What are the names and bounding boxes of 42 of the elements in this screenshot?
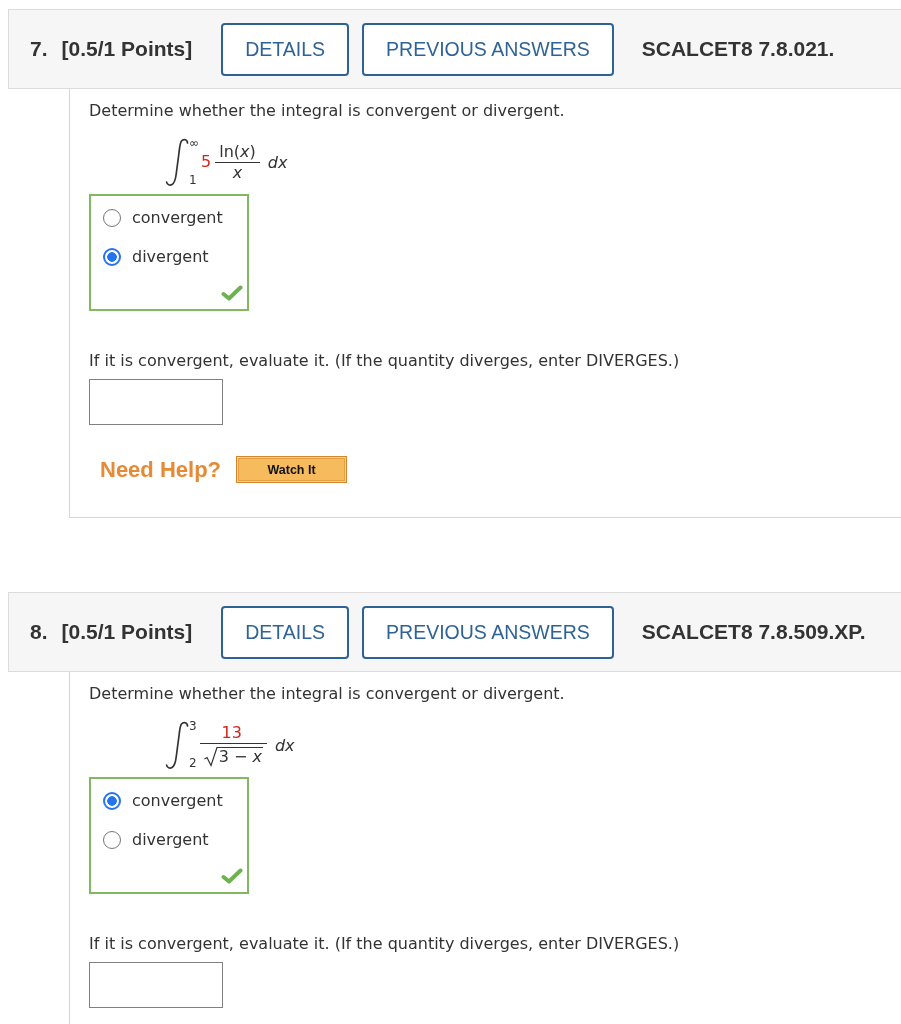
denominator: 3 − x [217,746,263,767]
header-button[interactable]: PREVIOUS ANSWERS [362,605,614,659]
textbook-reference: SCALCET8 7.8.509.XP. [641,620,866,644]
instruction-text: If it is convergent, evaluate it. (If the quantity diverges, enter DIVERGES.) [89,934,681,954]
textbook-reference: SCALCET8 7.8.021. [641,37,835,61]
lower-limit: 2 [189,757,197,770]
choice-label[interactable]: divergent [132,247,209,267]
header-button[interactable]: DETAILS [221,22,350,76]
question-prompt: Determine whether the integral is convergent or divergent. [89,101,566,121]
choice-label[interactable]: convergent [132,208,223,228]
input-field[interactable] [89,962,223,1008]
input-field[interactable] [89,379,223,425]
points-label: [0.5/1 Points] [61,37,193,61]
integral-sign-icon [165,721,189,769]
differential: dx [267,152,288,172]
radio-button[interactable] [103,209,121,227]
integral-sign-icon [165,138,189,186]
lower-limit: 1 [189,174,197,187]
numerator: 13 [221,723,242,742]
need-help-label: Need Help? [100,456,222,483]
coefficient: 5 [201,153,212,171]
check-icon [221,285,243,301]
instruction-text: If it is convergent, evaluate it. (If the quantity diverges, enter DIVERGES.) [89,351,681,371]
radio-button[interactable] [103,831,121,849]
question-number: 8. [30,620,48,644]
differential: dx [274,735,295,755]
upper-limit: 3 [189,720,197,733]
check-icon [221,868,243,884]
points-label: [0.5/1 Points] [61,620,193,644]
denominator: x [232,163,243,182]
upper-limit: ∞ [189,137,199,150]
choice-label[interactable]: convergent [132,791,223,811]
question-prompt: Determine whether the integral is convergent or divergent. [89,684,566,704]
radio-button[interactable] [103,792,121,810]
watch-button[interactable]: Watch It [236,456,348,483]
header-button[interactable]: DETAILS [221,605,350,659]
question-number: 7. [30,37,48,61]
radio-button[interactable] [103,248,121,266]
numerator: ln(x) [219,142,256,161]
choice-label[interactable]: divergent [132,830,209,850]
radical-sign-icon [203,746,218,767]
header-button[interactable]: PREVIOUS ANSWERS [362,22,614,76]
